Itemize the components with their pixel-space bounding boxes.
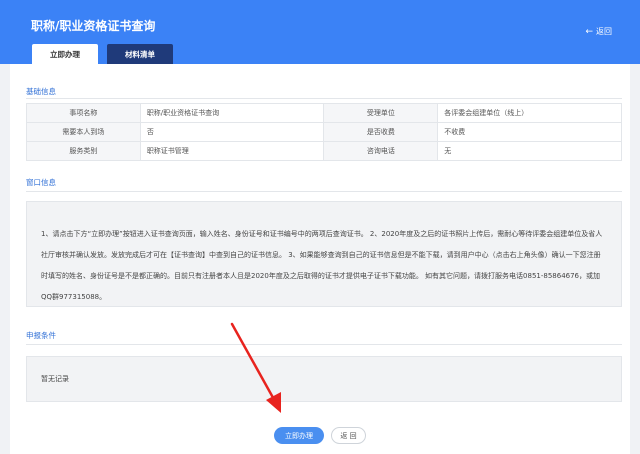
annotation-arrow-head <box>266 392 281 413</box>
annotation-arrow-shaft <box>230 322 278 405</box>
annotation-arrow <box>230 322 281 413</box>
